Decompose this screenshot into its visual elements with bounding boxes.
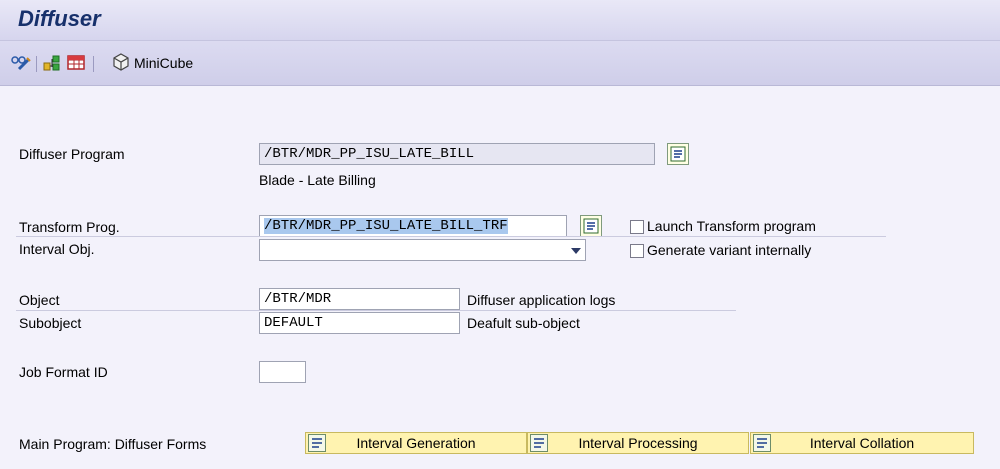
object-description: Diffuser application logs: [467, 292, 616, 308]
form-icon: [530, 434, 548, 452]
diffuser-program-field[interactable]: /BTR/MDR_PP_ISU_LATE_BILL: [259, 143, 655, 165]
minicube-label: MiniCube: [134, 55, 194, 71]
interval-processing-label: Interval Processing: [578, 435, 698, 451]
subobject-field[interactable]: DEFAULT: [259, 312, 460, 334]
object-field[interactable]: /BTR/MDR: [259, 288, 460, 310]
row-divider: [16, 236, 886, 237]
interval-obj-dropdown[interactable]: [259, 239, 586, 261]
job-format-id-field[interactable]: [259, 361, 306, 383]
chevron-down-icon[interactable]: [571, 248, 581, 254]
transform-prog-value: /BTR/MDR_PP_ISU_LATE_BILL_TRF: [264, 218, 508, 234]
cube-icon: [112, 52, 130, 74]
title-bar: Diffuser: [0, 0, 1000, 41]
form-icon: [753, 434, 771, 452]
job-format-id-label: Job Format ID: [19, 364, 108, 380]
hierarchy-icon[interactable]: [42, 54, 62, 72]
interval-generation-label: Interval Generation: [356, 435, 476, 451]
row-divider: [16, 310, 736, 311]
transform-prog-f4-help-icon[interactable]: [580, 215, 602, 237]
launch-transform-label: Launch Transform program: [647, 218, 816, 234]
page-title: Diffuser: [18, 6, 101, 31]
diffuser-program-label: Diffuser Program: [19, 146, 125, 162]
object-label: Object: [19, 292, 60, 308]
diffuser-program-f4-help-icon[interactable]: [667, 143, 689, 165]
subobject-description: Deafult sub-object: [467, 315, 580, 331]
execute-icon[interactable]: [10, 54, 31, 72]
subobject-label: Subobject: [19, 315, 82, 331]
interval-generation-button[interactable]: Interval Generation: [305, 432, 527, 454]
interval-obj-label: Interval Obj.: [19, 241, 95, 257]
application-toolbar: MiniCube: [0, 41, 1000, 86]
generate-variant-checkbox[interactable]: [630, 244, 644, 258]
minicube-button[interactable]: MiniCube: [112, 52, 194, 74]
launch-transform-checkbox[interactable]: [630, 220, 644, 234]
diffuser-program-description: Blade - Late Billing: [259, 172, 376, 188]
transform-prog-label: Transform Prog.: [19, 219, 120, 235]
transform-prog-field[interactable]: /BTR/MDR_PP_ISU_LATE_BILL_TRF: [259, 215, 567, 237]
selection-screen: Diffuser Program /BTR/MDR_PP_ISU_LATE_BI…: [0, 86, 1000, 469]
generate-variant-label: Generate variant internally: [647, 242, 812, 258]
table-icon[interactable]: [66, 54, 86, 72]
main-program-label: Main Program: Diffuser Forms: [19, 436, 207, 452]
form-icon: [308, 434, 326, 452]
interval-processing-button[interactable]: Interval Processing: [527, 432, 749, 454]
interval-collation-button[interactable]: Interval Collation: [750, 432, 974, 454]
interval-collation-label: Interval Collation: [809, 435, 915, 451]
